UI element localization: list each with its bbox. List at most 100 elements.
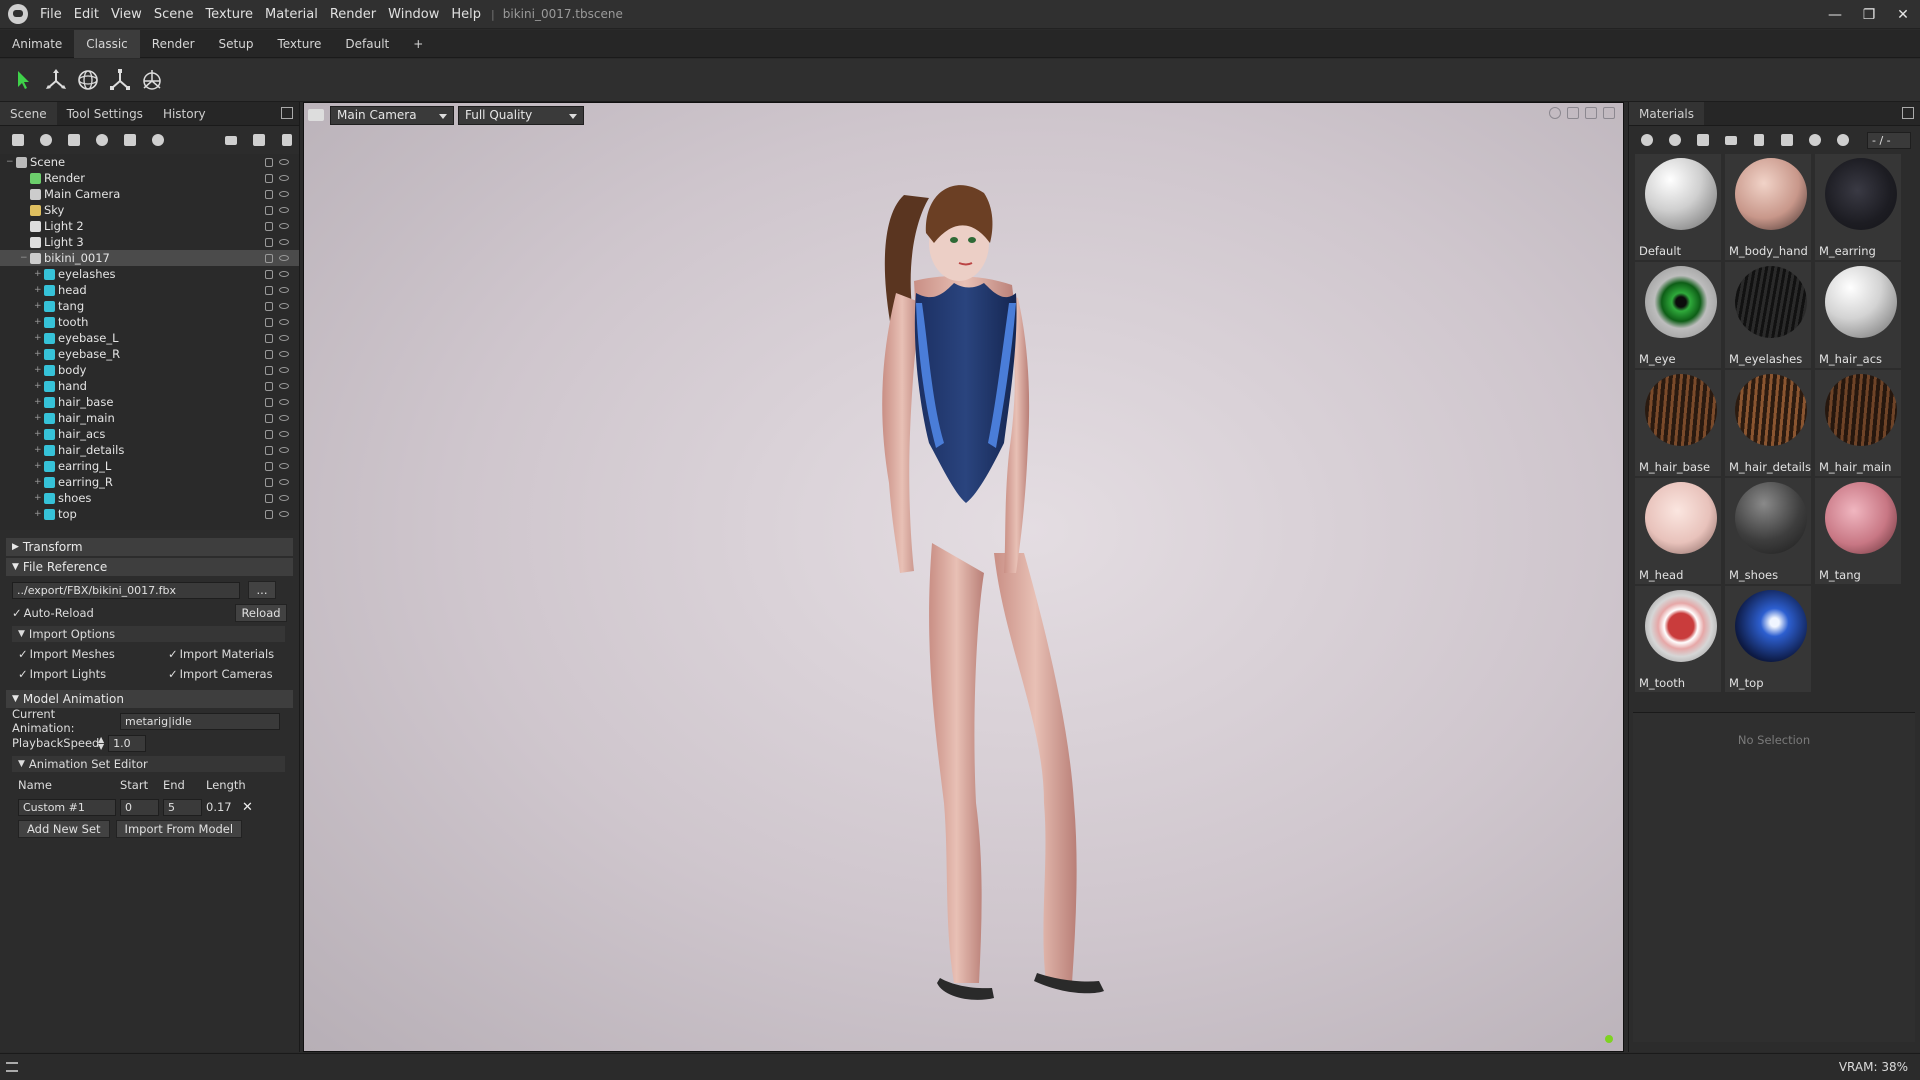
material-tile[interactable]: M_shoes <box>1725 478 1811 584</box>
scene-tree-item[interactable]: + hair_base <box>0 394 299 410</box>
scene-tree-item[interactable]: + eyelashes <box>0 266 299 282</box>
material-tile[interactable]: Default <box>1635 154 1721 260</box>
expand-toggle-icon[interactable]: + <box>34 397 44 407</box>
close-button[interactable]: ✕ <box>1886 0 1920 29</box>
minimize-button[interactable]: — <box>1818 0 1852 29</box>
folder-icon[interactable] <box>1719 129 1743 151</box>
tab-scene[interactable]: Scene <box>0 102 57 125</box>
visibility-eye-icon[interactable] <box>279 511 289 517</box>
expand-toggle-icon[interactable]: + <box>34 317 44 327</box>
lock-icon[interactable] <box>265 365 273 375</box>
playback-speed-field[interactable]: 1.0 <box>108 734 147 752</box>
add-shadow-icon[interactable] <box>118 129 142 151</box>
scene-tree-item[interactable]: + top <box>0 506 299 522</box>
scene-tree-item[interactable]: + eyebase_L <box>0 330 299 346</box>
tab-render[interactable]: Render <box>140 30 207 58</box>
import-lights-checkbox[interactable]: Import Lights <box>18 667 168 681</box>
visibility-eye-icon[interactable] <box>279 271 289 277</box>
tab-classic[interactable]: Classic <box>74 29 140 58</box>
expand-toggle-icon[interactable]: + <box>34 429 44 439</box>
tab-history[interactable]: History <box>153 102 216 125</box>
scene-tree-item[interactable]: − bikini_0017 <box>0 250 299 266</box>
scene-tree-item[interactable]: + shoes <box>0 490 299 506</box>
material-tile[interactable]: M_tang <box>1815 478 1901 584</box>
lock-icon[interactable] <box>265 189 273 199</box>
material-tile[interactable]: M_head <box>1635 478 1721 584</box>
tab-texture[interactable]: Texture <box>265 30 333 58</box>
visibility-eye-icon[interactable] <box>279 351 289 357</box>
visibility-eye-icon[interactable] <box>279 303 289 309</box>
scene-tree-item[interactable]: + head <box>0 282 299 298</box>
material-tile[interactable]: M_earring <box>1815 154 1901 260</box>
scene-tree-item[interactable]: − Scene <box>0 154 299 170</box>
model-animation-section-header[interactable]: ▼ Model Animation <box>6 690 293 708</box>
scene-tree-item[interactable]: + tang <box>0 298 299 314</box>
material-tile[interactable]: M_hair_main <box>1815 370 1901 476</box>
lock-icon[interactable] <box>265 509 273 519</box>
move-gizmo-icon[interactable] <box>40 64 72 96</box>
anim-name-field[interactable]: Custom #1 <box>18 798 116 816</box>
scene-tree-item[interactable]: + eyebase_R <box>0 346 299 362</box>
visibility-eye-icon[interactable] <box>279 335 289 341</box>
expand-toggle-icon[interactable]: + <box>34 493 44 503</box>
scene-tree-item[interactable]: + hair_details <box>0 442 299 458</box>
file-path-field[interactable]: ../export/FBX/bikini_0017.fbx <box>12 581 240 599</box>
reload-button[interactable]: Reload <box>235 604 287 622</box>
visibility-eye-icon[interactable] <box>279 495 289 501</box>
lock-icon[interactable] <box>265 301 273 311</box>
scene-tree-item[interactable]: Sky <box>0 202 299 218</box>
tab-animate[interactable]: Animate <box>0 30 74 58</box>
scene-tree-item[interactable]: Render <box>0 170 299 186</box>
expand-toggle-icon[interactable]: + <box>34 301 44 311</box>
lock-icon[interactable] <box>265 157 273 167</box>
visibility-eye-icon[interactable] <box>279 319 289 325</box>
visibility-eye-icon[interactable] <box>279 159 289 165</box>
material-tile[interactable]: M_body_hand <box>1725 154 1811 260</box>
anim-start-field[interactable]: 0 <box>120 798 159 816</box>
expand-toggle-icon[interactable]: + <box>34 365 44 375</box>
expand-toggle-icon[interactable]: + <box>34 477 44 487</box>
lock-icon[interactable] <box>265 493 273 503</box>
scale-gizmo-icon[interactable] <box>104 64 136 96</box>
import-meshes-checkbox[interactable]: Import Meshes <box>18 647 168 661</box>
link-material-icon[interactable] <box>1691 129 1715 151</box>
anim-end-field[interactable]: 5 <box>163 798 202 816</box>
expand-toggle-icon[interactable]: + <box>34 349 44 359</box>
scene-tree-item[interactable]: + earring_L <box>0 458 299 474</box>
scene-tree-item[interactable]: Main Camera <box>0 186 299 202</box>
visibility-eye-icon[interactable] <box>279 207 289 213</box>
import-materials-checkbox[interactable]: Import Materials <box>168 647 275 661</box>
menu-view[interactable]: View <box>105 7 148 22</box>
lock-icon[interactable] <box>265 381 273 391</box>
lock-icon[interactable] <box>265 317 273 327</box>
add-sky-icon[interactable] <box>90 129 114 151</box>
lock-icon[interactable] <box>265 205 273 215</box>
lock-icon[interactable] <box>265 237 273 247</box>
expand-toggle-icon[interactable]: − <box>6 157 16 167</box>
duplicate-material-icon[interactable] <box>1663 129 1687 151</box>
lock-icon[interactable] <box>265 461 273 471</box>
expand-toggle-icon[interactable]: + <box>34 413 44 423</box>
expand-toggle-icon[interactable]: − <box>20 253 30 263</box>
visibility-eye-icon[interactable] <box>279 175 289 181</box>
transform-section-header[interactable]: ▶ Transform <box>6 538 293 556</box>
visibility-eye-icon[interactable] <box>279 431 289 437</box>
visibility-eye-icon[interactable] <box>279 239 289 245</box>
scene-tree-item[interactable]: Light 2 <box>0 218 299 234</box>
material-tile[interactable]: M_tooth <box>1635 586 1721 692</box>
menu-help[interactable]: Help <box>445 7 487 22</box>
import-from-model-button[interactable]: Import From Model <box>115 820 243 838</box>
menu-file[interactable]: File <box>34 7 68 22</box>
scene-tree-item[interactable]: + hand <box>0 378 299 394</box>
material-tile[interactable]: M_eye <box>1635 262 1721 368</box>
visibility-eye-icon[interactable] <box>279 447 289 453</box>
add-new-set-button[interactable]: Add New Set <box>18 820 110 838</box>
lock-icon[interactable] <box>265 173 273 183</box>
lock-icon[interactable] <box>265 397 273 407</box>
visibility-eye-icon[interactable] <box>279 463 289 469</box>
tab-default[interactable]: Default <box>333 30 401 58</box>
pick-material-icon[interactable] <box>1775 129 1799 151</box>
visibility-eye-icon[interactable] <box>279 399 289 405</box>
menu-texture[interactable]: Texture <box>199 7 259 22</box>
lock-icon[interactable] <box>265 429 273 439</box>
